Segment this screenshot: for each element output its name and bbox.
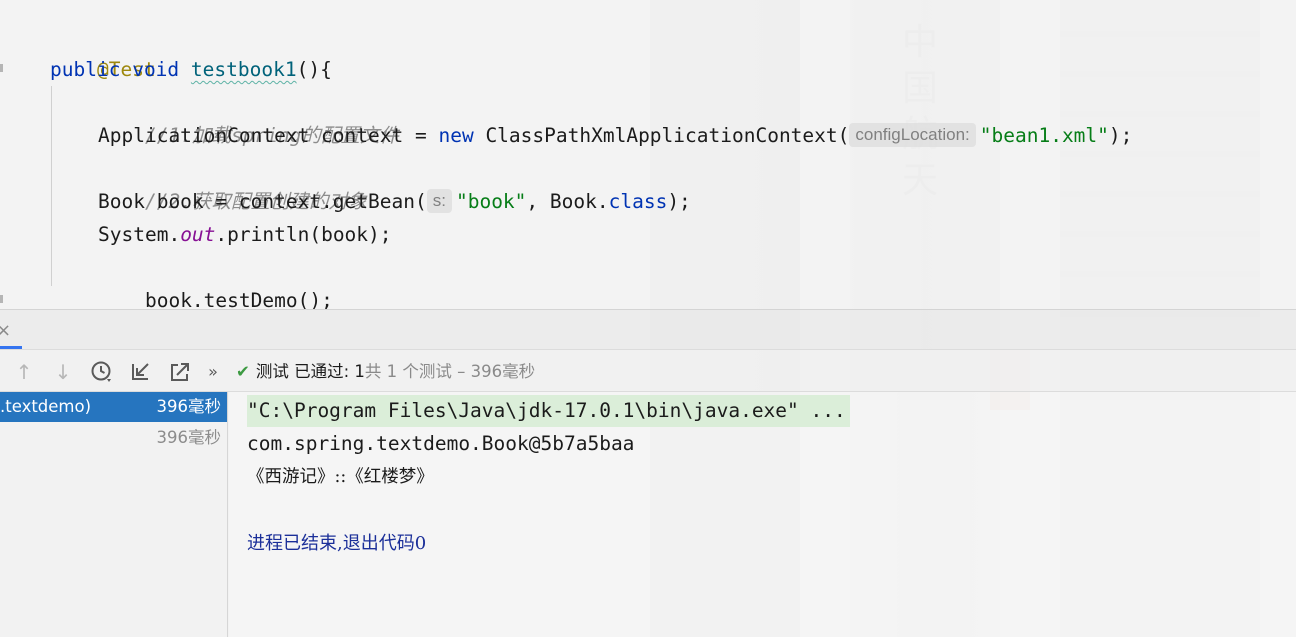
keyword-token: public — [50, 58, 121, 81]
import-tests-icon[interactable] — [128, 359, 154, 385]
code-line-getbean[interactable]: Book book = context.getBean(s: "book", Bo… — [98, 185, 691, 218]
fold-marker[interactable] — [0, 295, 3, 303]
more-actions-icon[interactable]: » — [200, 359, 226, 385]
keyword-token: new — [438, 124, 474, 147]
code-line-method-signature[interactable]: public void testbook1(){ — [50, 53, 332, 86]
check-icon: ✔ — [236, 362, 250, 381]
string-token: "bean1.xml" — [979, 124, 1109, 147]
console-command-line[interactable]: "C:\Program Files\Java\jdk-17.0.1\bin\ja… — [247, 395, 850, 427]
code-token: (){ — [296, 58, 332, 81]
test-tree-row[interactable]: 396毫秒 — [0, 423, 227, 453]
code-token: book.testDemo(); — [144, 289, 333, 309]
test-tree-row-time: 396毫秒 — [156, 428, 222, 447]
code-line-annotation[interactable]: @Test — [50, 20, 156, 81]
code-line-comment[interactable]: //2.获取配置创建的对象 — [98, 152, 367, 213]
code-token: ClassPathXmlApplicationContext( — [473, 124, 850, 147]
tool-window-header[interactable]: × — [0, 309, 1296, 349]
code-token: ); — [667, 190, 691, 213]
fold-marker[interactable] — [0, 64, 3, 72]
parameter-hint: configLocation: — [849, 123, 976, 147]
tests-total-text: 共 1 个测试 – 396毫秒 — [364, 362, 536, 381]
tests-passed-text: 测试 已通过: 1 — [255, 362, 365, 381]
code-line-testdemo[interactable]: book.testDemo(); — [98, 251, 333, 309]
code-token: ApplicationContext context = — [98, 124, 439, 147]
console-output[interactable]: "C:\Program Files\Java\jdk-17.0.1\bin\ja… — [229, 392, 1296, 637]
close-icon[interactable]: × — [0, 320, 11, 341]
test-tree-row-time: 396毫秒 — [156, 397, 222, 416]
code-line-comment[interactable]: //1.加载spring的配置文件 — [98, 86, 399, 147]
test-status: ✔ 测试 已通过: 1共 1 个测试 – 396毫秒 — [236, 360, 535, 384]
test-results-tree: .textdemo) 396毫秒 396毫秒 — [0, 392, 228, 637]
keyword-token: void — [132, 58, 180, 81]
editor-gutter[interactable] — [0, 0, 6, 309]
import-arrow-icon — [132, 363, 149, 380]
code-token: .println(book); — [215, 223, 392, 246]
keyword-token: class — [608, 190, 668, 213]
test-runner-toolbar: ↑ ↓ » ✔ 测试 已通过: 1共 1 个测试 – 396毫秒 — [0, 349, 1296, 392]
code-line-closing[interactable]: } — [50, 284, 109, 309]
code-line-println[interactable]: System.out.println(book); — [98, 218, 392, 251]
console-output-line: com.spring.textdemo.Book@5b7a5baa — [247, 432, 635, 455]
export-arrow-icon — [171, 363, 189, 381]
code-token: ); — [1108, 124, 1133, 147]
code-line-context[interactable]: ApplicationContext context = new ClassPa… — [98, 119, 1132, 152]
console-exit-message: 进程已结束,退出代码0 — [247, 533, 427, 554]
code-token: System. — [98, 223, 181, 246]
code-editor[interactable]: @Test public void testbook1(){ //1.加载spr… — [0, 0, 1296, 309]
console-output-line: 《西游记》::《红楼梦》 — [247, 467, 434, 487]
code-token: , Book. — [526, 190, 609, 213]
arrow-up-icon[interactable]: ↑ — [11, 359, 37, 385]
arrow-down-icon[interactable]: ↓ — [50, 359, 76, 385]
string-token: "book" — [455, 190, 527, 213]
test-tree-row-name: .textdemo) — [0, 397, 92, 416]
export-tests-icon[interactable] — [167, 359, 193, 385]
test-tree-row[interactable]: .textdemo) 396毫秒 — [0, 392, 227, 422]
history-icon[interactable] — [89, 359, 115, 385]
clock-icon — [91, 361, 111, 382]
code-token: Book book = context.getBean( — [98, 190, 427, 213]
parameter-hint: s: — [426, 189, 452, 213]
method-name-token: testbook1 — [190, 58, 297, 81]
static-field-token: out — [180, 223, 216, 246]
